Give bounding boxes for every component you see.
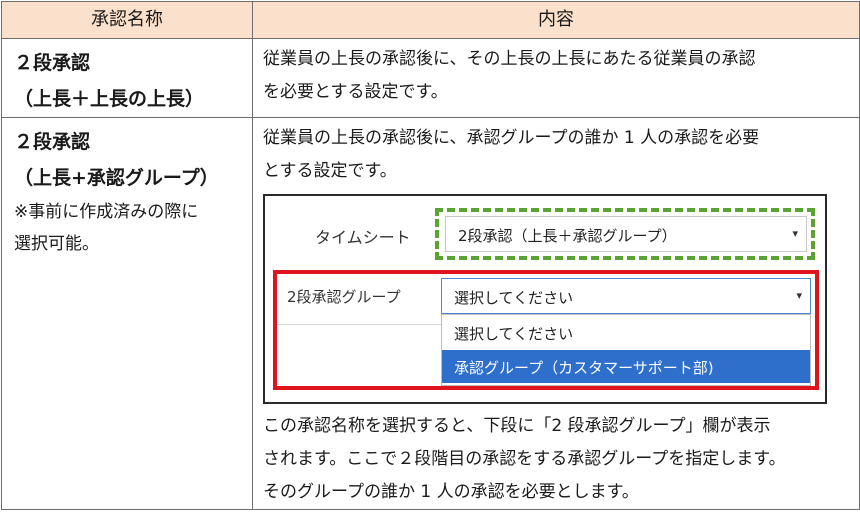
approval-group-dropdown: 選択してください 承認グループ（カスタマーサポート部) — [441, 314, 811, 386]
embedded-screenshot: タイムシート 2段承認（上長＋承認グループ） ▾ 2段承認グループ 選択してくだ… — [263, 194, 827, 404]
divider — [277, 324, 443, 325]
approval-group-label: 2段承認グループ — [287, 288, 401, 306]
approval-settings-table: 承認名称 内容 ２段承認 （上長＋上長の上長） 従業員の上長の承認後に、その上長… — [1, 1, 860, 510]
timesheet-select-value: 2段承認（上長＋承認グループ） — [458, 227, 677, 245]
approval-name-subline: （上長+承認グループ） — [14, 167, 219, 189]
description-cell: 従業員の上長の承認後に、承認グループの誰か 1 人の承認を必要 とする設定です。… — [252, 117, 860, 510]
approval-group-select-value: 選択してください — [454, 289, 574, 307]
approval-group-select[interactable]: 選択してください ▾ — [441, 278, 811, 314]
table-row: ２段承認 （上長＋上長の上長） 従業員の上長の承認後に、その上長の上長にあたる従… — [1, 38, 860, 118]
table-row: ２段承認 （上長+承認グループ） ※事前に作成済みの際に 選択可能。 従業員の上… — [1, 117, 860, 510]
description-line: とする設定です。 — [263, 161, 397, 181]
approval-name-cell: ２段承認 （上長+承認グループ） ※事前に作成済みの際に 選択可能。 — [1, 117, 253, 510]
description-line: を必要とする設定です。 — [263, 82, 448, 102]
description-line: 従業員の上長の承認後に、承認グループの誰か 1 人の承認を必要 — [263, 128, 760, 148]
description-line: そのグループの誰か 1 人の承認を必要とします。 — [263, 482, 639, 502]
description-line: この承認名称を選択すると、下段に「2 段承認グループ」欄が表示 — [263, 416, 771, 436]
approval-name-line: ２段承認 — [14, 131, 91, 153]
approval-name-subline: （上長＋上長の上長） — [14, 88, 205, 110]
dropdown-option[interactable]: 選択してください — [442, 316, 810, 349]
note-line: 選択可能。 — [14, 234, 99, 254]
approval-name-line: ２段承認 — [14, 52, 91, 74]
description-line: 従業員の上長の承認後に、その上長の上長にあたる従業員の承認 — [263, 49, 756, 69]
approval-name-cell: ２段承認 （上長＋上長の上長） — [1, 38, 253, 118]
header-approval-name: 承認名称 — [1, 1, 253, 39]
dropdown-option-selected[interactable]: 承認グループ（カスタマーサポート部) — [442, 350, 810, 383]
description-cell: 従業員の上長の承認後に、その上長の上長にあたる従業員の承認 を必要とする設定です… — [252, 38, 860, 118]
chevron-down-icon: ▾ — [792, 227, 798, 240]
header-content: 内容 — [252, 1, 860, 39]
chevron-down-icon: ▾ — [796, 289, 802, 302]
timesheet-select[interactable]: 2段承認（上長＋承認グループ） ▾ — [445, 216, 807, 252]
note-line: ※事前に作成済みの際に — [14, 202, 199, 222]
table-header-row: 承認名称 内容 — [1, 1, 860, 39]
timesheet-label: タイムシート — [315, 228, 411, 247]
description-line: されます。ここで２段階目の承認をする承認グループを指定します。 — [263, 449, 786, 469]
